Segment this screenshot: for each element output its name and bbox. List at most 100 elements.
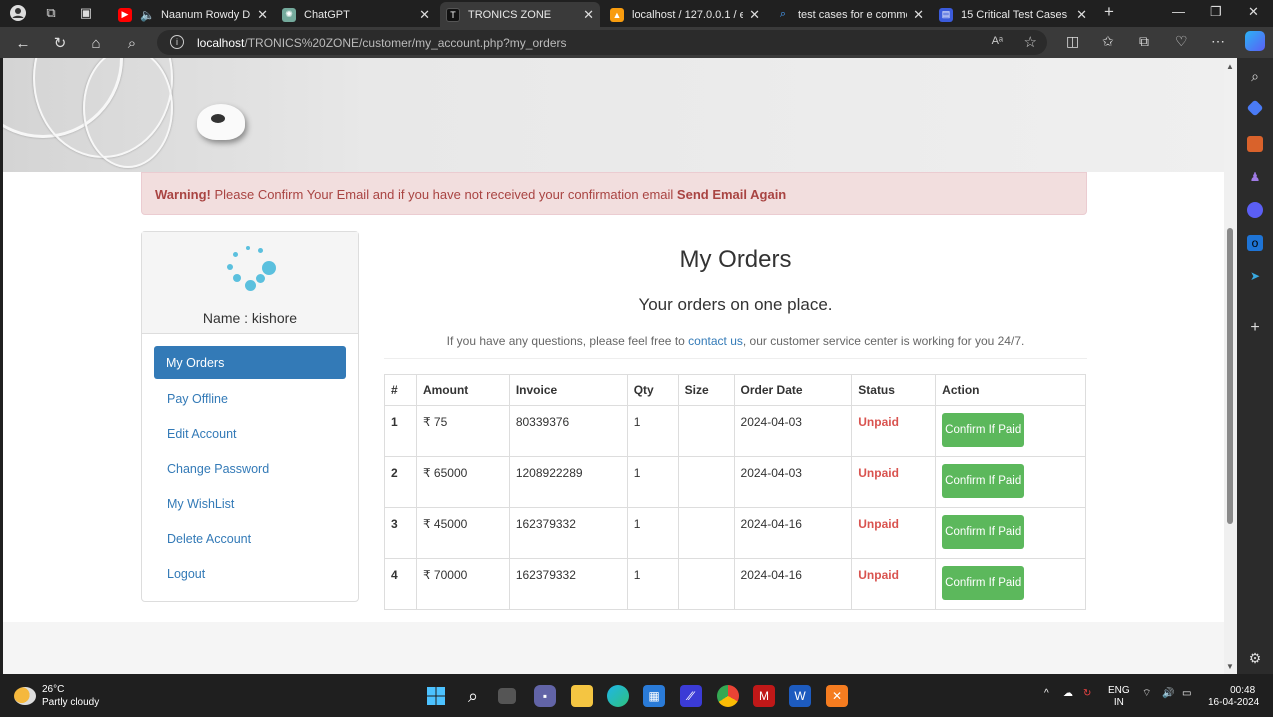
start-icon[interactable] bbox=[425, 685, 447, 707]
onedrive-icon[interactable]: ☁ bbox=[1063, 688, 1073, 700]
add-icon[interactable]: + bbox=[1247, 319, 1263, 336]
tab-youtube[interactable]: ▶ 🔈 Naanum Rowdy Dha ✕ bbox=[112, 2, 274, 27]
scroll-up-icon[interactable]: ▲ bbox=[1226, 62, 1234, 71]
games-icon[interactable]: ♟ bbox=[1247, 169, 1263, 185]
search-icon[interactable]: ⌕ bbox=[122, 33, 142, 53]
site-info-icon[interactable]: i bbox=[170, 35, 184, 49]
page-scrollbar[interactable]: ▲ ▼ bbox=[1224, 58, 1237, 674]
stats-app-icon[interactable]: ⁄⁄ bbox=[680, 685, 702, 707]
close-tab-icon[interactable]: ✕ bbox=[419, 7, 430, 23]
store-icon[interactable]: ▦ bbox=[643, 685, 665, 707]
xampp-icon[interactable]: ✕ bbox=[826, 685, 848, 707]
scrollbar-thumb[interactable] bbox=[1227, 228, 1233, 524]
earphone-image bbox=[197, 104, 245, 140]
menu-my-wishlist[interactable]: My WishList bbox=[154, 486, 346, 521]
page-footer bbox=[3, 622, 1224, 674]
close-tab-icon[interactable]: ✕ bbox=[749, 7, 760, 23]
tools-icon[interactable] bbox=[1247, 136, 1263, 152]
battery-icon[interactable]: ▭ bbox=[1182, 688, 1191, 700]
favorites-icon[interactable]: ✩ bbox=[1102, 33, 1114, 50]
send-email-again-link[interactable]: Send Email Again bbox=[677, 187, 786, 202]
tab-chatgpt[interactable]: ✺ ChatGPT ✕ bbox=[276, 2, 436, 27]
profile-icon[interactable] bbox=[8, 4, 28, 22]
weather-widget[interactable]: 26°C Partly cloudy bbox=[14, 683, 99, 709]
more-options-icon[interactable]: ⋯ bbox=[1211, 33, 1225, 50]
clock[interactable]: 00:48 16-04-2024 bbox=[1208, 685, 1259, 709]
edge-sidebar: ⌕ ♟ o ➤ + ⚙ bbox=[1237, 58, 1273, 674]
file-explorer-icon[interactable] bbox=[571, 685, 593, 707]
email-warning-alert: Warning! Please Confirm Your Email and i… bbox=[141, 172, 1087, 215]
task-view-icon[interactable] bbox=[498, 688, 516, 704]
scroll-down-icon[interactable]: ▼ bbox=[1226, 662, 1234, 671]
edge-icon[interactable] bbox=[607, 685, 629, 707]
order-number: 2 bbox=[384, 456, 417, 508]
col-header: # bbox=[384, 374, 417, 406]
home-icon[interactable]: ⌂ bbox=[86, 33, 106, 53]
restore-icon[interactable]: ❐ bbox=[1210, 4, 1222, 20]
tab-phpmyadmin[interactable]: ▲ localhost / 127.0.0.1 / ec ✕ bbox=[604, 2, 766, 27]
read-aloud-icon[interactable]: Aᵃ bbox=[992, 35, 1003, 47]
new-tab-icon[interactable]: + bbox=[1104, 2, 1114, 22]
shopping-tag-icon[interactable] bbox=[1246, 99, 1264, 117]
tab-tronics-zone[interactable]: T TRONICS ZONE ✕ bbox=[440, 2, 600, 27]
confirm-if-paid-button[interactable]: Confirm If Paid bbox=[942, 413, 1025, 447]
close-window-icon[interactable]: ✕ bbox=[1248, 4, 1259, 20]
page-title: My Orders bbox=[679, 246, 792, 273]
order-status: Unpaid bbox=[851, 558, 937, 610]
divider bbox=[384, 358, 1087, 359]
confirm-if-paid-button[interactable]: Confirm If Paid bbox=[942, 464, 1025, 498]
word-icon[interactable]: W bbox=[789, 685, 811, 707]
menu-pay-offline[interactable]: Pay Offline bbox=[154, 381, 346, 416]
col-header: Action bbox=[935, 374, 1086, 406]
favorite-star-icon[interactable]: ☆ bbox=[1024, 33, 1037, 51]
close-tab-icon[interactable]: ✕ bbox=[1076, 7, 1087, 23]
page-icon: ▤ bbox=[939, 7, 953, 22]
copilot-icon[interactable] bbox=[1245, 31, 1265, 51]
tab-actions-icon[interactable]: ▣ bbox=[76, 4, 96, 22]
menu-change-password[interactable]: Change Password bbox=[154, 451, 346, 486]
send-icon[interactable]: ➤ bbox=[1247, 268, 1263, 284]
close-tab-icon[interactable]: ✕ bbox=[583, 7, 594, 23]
language-indicator[interactable]: ENG IN bbox=[1108, 685, 1130, 709]
col-header: Invoice bbox=[508, 374, 628, 406]
col-header: Qty bbox=[626, 374, 679, 406]
close-tab-icon[interactable]: ✕ bbox=[257, 7, 268, 23]
order-amount: ₹ 45000 bbox=[415, 507, 510, 559]
minimize-icon[interactable]: — bbox=[1172, 4, 1185, 19]
workspaces-icon[interactable]: ⧉ bbox=[41, 4, 61, 22]
search-icon[interactable]: ⌕ bbox=[462, 685, 484, 707]
confirm-if-paid-button[interactable]: Confirm If Paid bbox=[942, 515, 1025, 549]
browser-essentials-icon[interactable]: ♡ bbox=[1175, 33, 1188, 50]
order-amount: ₹ 75 bbox=[415, 405, 510, 457]
account-menu: My Orders Pay Offline Edit Account Chang… bbox=[142, 334, 358, 603]
tab-search[interactable]: ⌕ test cases for e commerc ✕ bbox=[770, 2, 930, 27]
chrome-icon[interactable] bbox=[717, 685, 739, 707]
volume-icon[interactable]: 🔊 bbox=[1162, 688, 1174, 700]
back-icon[interactable]: ← bbox=[13, 33, 33, 53]
teams-icon[interactable]: ▪ bbox=[534, 685, 556, 707]
order-date: 2024-04-03 bbox=[733, 456, 853, 508]
contact-us-link[interactable]: contact us bbox=[688, 334, 743, 348]
outlook-icon[interactable]: o bbox=[1247, 235, 1263, 251]
orders-panel: My Orders Your orders on one place. If y… bbox=[384, 231, 1087, 610]
url-field[interactable]: i localhost/TRONICS%20ZONE/customer/my_a… bbox=[157, 30, 1047, 55]
mcafee-icon[interactable]: M bbox=[753, 685, 775, 707]
microsoft-365-icon[interactable] bbox=[1247, 202, 1263, 218]
confirm-if-paid-button[interactable]: Confirm If Paid bbox=[942, 566, 1025, 600]
tab-test-cases[interactable]: ▤ 15 Critical Test Cases For ✕ bbox=[933, 2, 1093, 27]
menu-delete-account[interactable]: Delete Account bbox=[154, 521, 346, 556]
wifi-icon[interactable]: ⌔ bbox=[1142, 688, 1151, 700]
refresh-icon[interactable]: ↻ bbox=[50, 33, 70, 53]
search-icon[interactable]: ⌕ bbox=[1247, 68, 1263, 84]
tray-overflow-icon[interactable]: ^ bbox=[1044, 688, 1049, 700]
settings-gear-icon[interactable]: ⚙ bbox=[1247, 650, 1263, 666]
menu-my-orders[interactable]: My Orders bbox=[154, 346, 346, 379]
split-screen-icon[interactable]: ◫ bbox=[1066, 33, 1079, 50]
menu-logout[interactable]: Logout bbox=[154, 556, 346, 591]
close-tab-icon[interactable]: ✕ bbox=[913, 7, 924, 23]
speaker-icon[interactable]: 🔈 bbox=[140, 8, 155, 22]
site-icon: T bbox=[446, 7, 460, 22]
sync-icon[interactable]: ↻ bbox=[1083, 688, 1091, 700]
menu-edit-account[interactable]: Edit Account bbox=[154, 416, 346, 451]
collections-icon[interactable]: ⧉ bbox=[1139, 33, 1149, 50]
